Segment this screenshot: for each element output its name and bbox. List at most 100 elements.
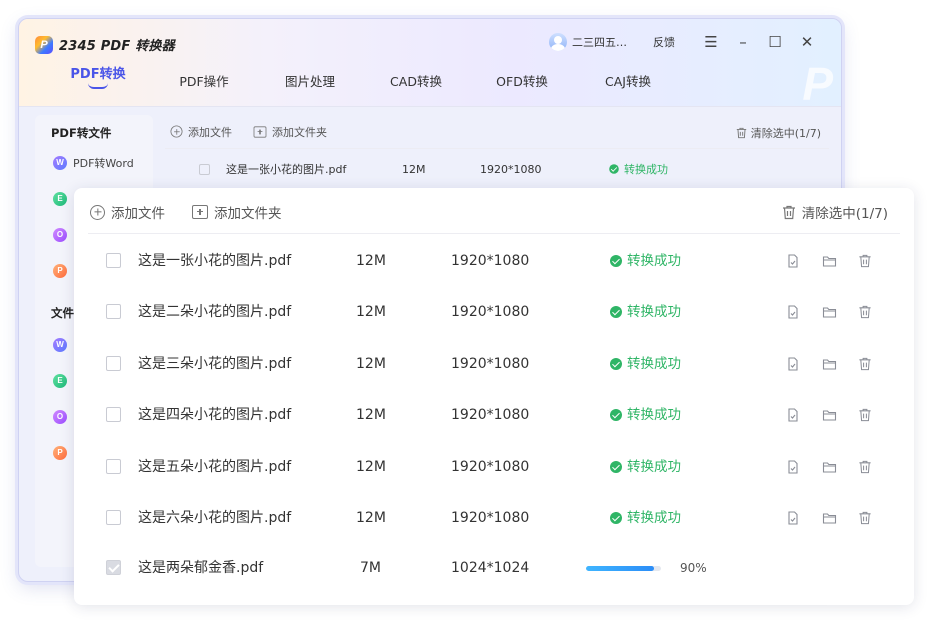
file-name: 这是二朵小花的图片.pdf [138,304,292,320]
status-badge: 转换成功 [608,161,748,177]
row-checkbox[interactable] [106,407,121,422]
delete-icon[interactable] [858,408,872,422]
file-size: 12M [356,356,386,372]
row-checkbox[interactable] [106,459,121,474]
delete-icon[interactable] [858,511,872,525]
open-folder-icon[interactable] [822,254,837,268]
minimize-icon[interactable]: – [727,33,759,51]
file-name: 这是六朵小花的图片.pdf [138,510,292,526]
table-row[interactable]: 这是四朵小花的图片.pdf 12M 1920*1080 转换成功 [74,389,914,441]
success-check-icon [610,409,622,421]
avatar [549,33,567,51]
clear-selected-label: 清除选中(1/7) [801,206,888,222]
app-title: 2345 PDF 转换器 [59,39,175,54]
open-file-icon[interactable] [786,511,800,525]
add-folder-button[interactable]: 添加文件夹 [192,202,282,222]
app-logo: P 2345 PDF 转换器 [35,35,175,54]
bg-add-file-button[interactable]: 添加文件 [169,124,232,140]
open-folder-icon[interactable] [822,305,837,319]
table-row[interactable]: 这是一张小花的图片.pdf 12M 1920*1080 转换成功 [165,149,829,189]
success-check-icon [610,358,622,370]
title-bar: P 2345 PDF 转换器 P 二三四五… 反馈 ☰ – ☐ ✕ PDF转换 … [19,19,841,110]
file-size: 12M [356,304,386,320]
row-checkbox[interactable] [199,163,210,175]
success-check-icon [610,461,622,473]
status-label: 转换成功 [624,163,668,176]
row-checkbox[interactable] [106,356,121,371]
bg-clear-selected-button[interactable]: 清除选中(1/7) [736,125,821,141]
row-checkbox[interactable] [106,560,121,575]
background-toolbar: 添加文件 添加文件夹 清除选中(1/7) [165,115,829,149]
table-row[interactable]: 这是六朵小花的图片.pdf 12M 1920*1080 转换成功 [74,492,914,544]
row-checkbox[interactable] [106,510,121,525]
main-tabs: PDF转换 PDF操作 图片处理 CAD转换 OFD转换 CAJ转换 [45,67,681,90]
open-file-icon[interactable] [786,305,800,319]
table-row[interactable]: 这是三朵小花的图片.pdf 12M 1920*1080 转换成功 [74,338,914,390]
open-file-icon[interactable] [786,408,800,422]
delete-icon[interactable] [858,460,872,474]
file-size: 12M [356,510,386,526]
file-list-panel: 添加文件 添加文件夹 清除选中(1/7) 这是一张小花的图片.pdf 12M 1… [74,188,914,605]
table-row[interactable]: 这是五朵小花的图片.pdf 12M 1920*1080 转换成功 [74,441,914,493]
user-name: 二三四五… [572,36,627,49]
file-name: 这是两朵郁金香.pdf [138,560,264,576]
ppt-file-icon: P [53,264,67,278]
file-name: 这是三朵小花的图片.pdf [138,356,292,372]
file-resolution: 1920*1080 [451,304,530,320]
table-row[interactable]: 这是一张小花的图片.pdf 12M 1920*1080 转换成功 [74,235,914,287]
delete-icon[interactable] [858,305,872,319]
table-row-converting[interactable]: 这是两朵郁金香.pdf 7M 1024*1024 90% [74,542,914,594]
open-folder-icon[interactable] [822,460,837,474]
file-resolution: 1920*1080 [451,459,530,475]
add-folder-icon [192,205,208,219]
row-checkbox[interactable] [106,304,121,319]
open-file-icon[interactable] [786,460,800,474]
bg-clear-label: 清除选中(1/7) [750,127,821,140]
tab-pdf-convert[interactable]: PDF转换 [45,61,151,90]
excel-file-icon: E [53,374,67,388]
clear-selected-button[interactable]: 清除选中(1/7) [782,202,888,222]
delete-icon[interactable] [858,357,872,371]
open-file-icon[interactable] [786,357,800,371]
ppt-file-icon: P [53,446,67,460]
tab-pdf-operations[interactable]: PDF操作 [151,69,257,90]
status-badge: 转换成功 [610,441,681,493]
file-size: 12M [402,162,426,176]
file-size: 7M [360,560,381,576]
tab-cad-convert[interactable]: CAD转换 [363,69,469,90]
add-circle-icon [170,125,183,138]
open-file-icon[interactable] [786,254,800,268]
open-folder-icon[interactable] [822,511,837,525]
menu-icon[interactable]: ☰ [695,33,727,51]
maximize-icon[interactable]: ☐ [759,33,791,51]
sidebar-section-title: PDF转文件 [51,126,112,140]
open-folder-icon[interactable] [822,357,837,371]
add-file-button[interactable]: 添加文件 [90,202,165,222]
sidebar-item-pdf-to-word[interactable]: W PDF转Word [35,145,153,181]
toolbar-divider [88,233,900,234]
row-checkbox[interactable] [106,253,121,268]
table-row[interactable]: 这是二朵小花的图片.pdf 12M 1920*1080 转换成功 [74,286,914,338]
open-folder-icon[interactable] [822,408,837,422]
status-badge: 转换成功 [610,492,681,544]
file-name: 这是一张小花的图片.pdf [138,253,292,269]
file-name: 这是五朵小花的图片.pdf [138,459,292,475]
bg-add-folder-button[interactable]: 添加文件夹 [252,124,327,140]
tab-ofd-convert[interactable]: OFD转换 [469,69,575,90]
success-check-icon [610,306,622,318]
status-label: 转换成功 [627,304,681,320]
tab-caj-convert[interactable]: CAJ转换 [575,69,681,90]
add-file-label: 添加文件 [111,206,165,222]
progress-fill [586,566,654,571]
file-size: 12M [356,459,386,475]
trash-icon [782,205,795,219]
progress-percent: 90% [680,561,707,575]
status-label: 转换成功 [627,407,681,423]
file-name: 这是四朵小花的图片.pdf [138,407,292,423]
close-icon[interactable]: ✕ [791,33,823,51]
tab-image-processing[interactable]: 图片处理 [257,69,363,90]
file-resolution: 1920*1080 [451,253,530,269]
user-account[interactable]: 二三四五… [549,33,627,51]
delete-icon[interactable] [858,254,872,268]
feedback-button[interactable]: 反馈 [653,34,675,50]
